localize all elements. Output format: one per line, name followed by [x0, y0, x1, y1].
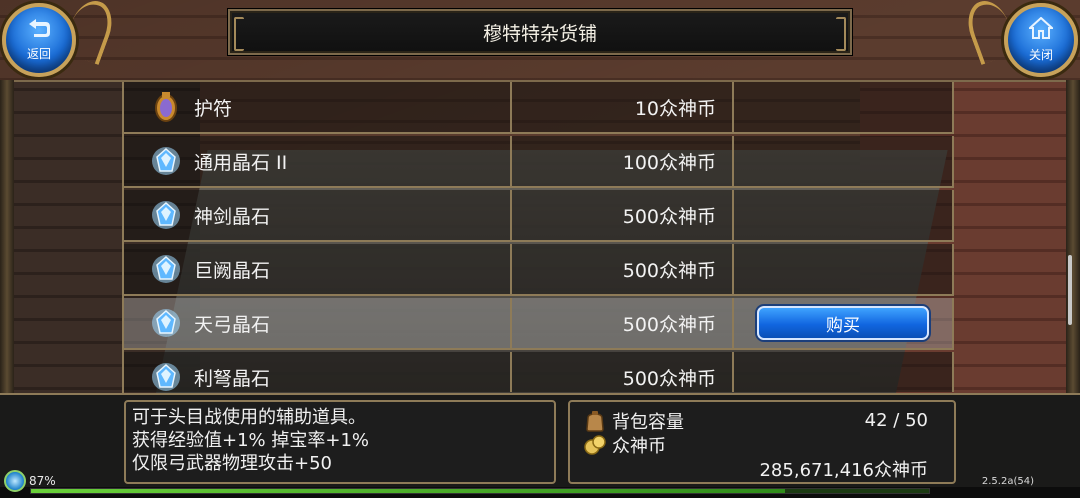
bag-capacity-label: 背包容量	[612, 412, 684, 433]
item-action-cell	[734, 244, 954, 294]
item-name: 神剑晶石	[194, 205, 271, 228]
item-name: 天弓晶石	[194, 313, 271, 336]
mana-orb-icon	[4, 470, 26, 492]
amulet-icon	[150, 91, 182, 123]
item-price: 10众神币	[512, 82, 734, 132]
item-name-cell: 天弓晶石	[124, 298, 512, 348]
crystal-icon	[150, 145, 182, 177]
buy-button[interactable]: 购买	[757, 306, 929, 340]
list-scrollbar[interactable]	[1068, 255, 1072, 325]
return-arrow-icon	[26, 18, 52, 43]
page-title: 穆特特杂货铺	[482, 22, 597, 45]
item-price: 500众神币	[512, 298, 734, 348]
item-action-cell	[734, 82, 954, 132]
experience-bar	[30, 488, 930, 494]
item-action-cell	[734, 352, 954, 392]
panel-frame-left	[0, 80, 14, 395]
item-description-box: 可于头目战使用的辅助道具。 获得经验值+1% 掉宝率+1% 仅限弓武器物理攻击+…	[124, 400, 556, 484]
battery-percent: 87%	[29, 474, 56, 488]
close-button[interactable]: 关闭	[1004, 3, 1078, 77]
item-name-cell: 神剑晶石	[124, 190, 512, 240]
description-line: 仅限弓武器物理攻击+50	[132, 453, 332, 474]
bag-capacity-row: 背包容量	[584, 408, 684, 434]
item-price: 100众神币	[512, 136, 734, 186]
item-action-cell	[734, 190, 954, 240]
player-stats-box: 背包容量 42 / 50 众神币 285,671,416众神币	[568, 400, 956, 484]
item-name: 护符	[194, 97, 233, 120]
shop-item-row[interactable]: 护符 10众神币	[124, 82, 954, 134]
crystal-icon	[150, 307, 182, 339]
experience-bar-fill	[31, 489, 786, 493]
description-line: 获得经验值+1% 掉宝率+1%	[132, 430, 369, 451]
back-button-label: 返回	[26, 47, 51, 61]
item-name-cell: 通用晶石 II	[124, 136, 512, 186]
item-name: 利弩晶石	[194, 367, 271, 390]
home-icon	[1027, 16, 1055, 44]
version-label: 2.5.2a(54)	[981, 476, 1034, 487]
item-name: 通用晶石 II	[194, 151, 288, 174]
item-action-cell	[734, 136, 954, 186]
shop-title-bar: 穆特特杂货铺	[228, 9, 852, 55]
description-line: 可于头目战使用的辅助道具。	[132, 407, 366, 428]
item-price: 500众神币	[512, 190, 734, 240]
item-price: 500众神币	[512, 352, 734, 392]
shop-item-row[interactable]: 利弩晶石 500众神币	[124, 352, 954, 392]
bag-capacity-value: 42 / 50	[864, 410, 928, 431]
item-action-cell: 购买	[734, 298, 954, 348]
item-name: 巨阙晶石	[194, 259, 271, 282]
crystal-icon	[150, 199, 182, 231]
item-name-cell: 巨阙晶石	[124, 244, 512, 294]
back-button[interactable]: 返回	[2, 3, 76, 77]
item-name-cell: 利弩晶石	[124, 352, 512, 392]
item-name-cell: 护符	[124, 82, 512, 132]
crystal-icon	[150, 253, 182, 285]
item-price: 500众神币	[512, 244, 734, 294]
currency-label: 众神币	[612, 436, 666, 457]
shop-item-list[interactable]: 护符 10众神币 通用晶石 II 100众神币 神剑晶石 500众神币 巨阙晶石…	[124, 82, 954, 392]
bag-icon	[584, 410, 606, 432]
shop-item-row[interactable]: 通用晶石 II 100众神币	[124, 136, 954, 188]
crystal-icon	[150, 361, 182, 392]
close-button-label: 关闭	[1028, 48, 1053, 62]
currency-value: 285,671,416众神币	[759, 460, 928, 481]
panel-frame-right	[1066, 80, 1080, 395]
shop-item-row[interactable]: 巨阙晶石 500众神币	[124, 244, 954, 296]
shop-item-row[interactable]: 神剑晶石 500众神币	[124, 190, 954, 242]
shop-item-row-selected[interactable]: 天弓晶石 500众神币 购买	[124, 298, 954, 350]
currency-row: 众神币	[584, 432, 666, 458]
coin-icon	[584, 434, 606, 456]
